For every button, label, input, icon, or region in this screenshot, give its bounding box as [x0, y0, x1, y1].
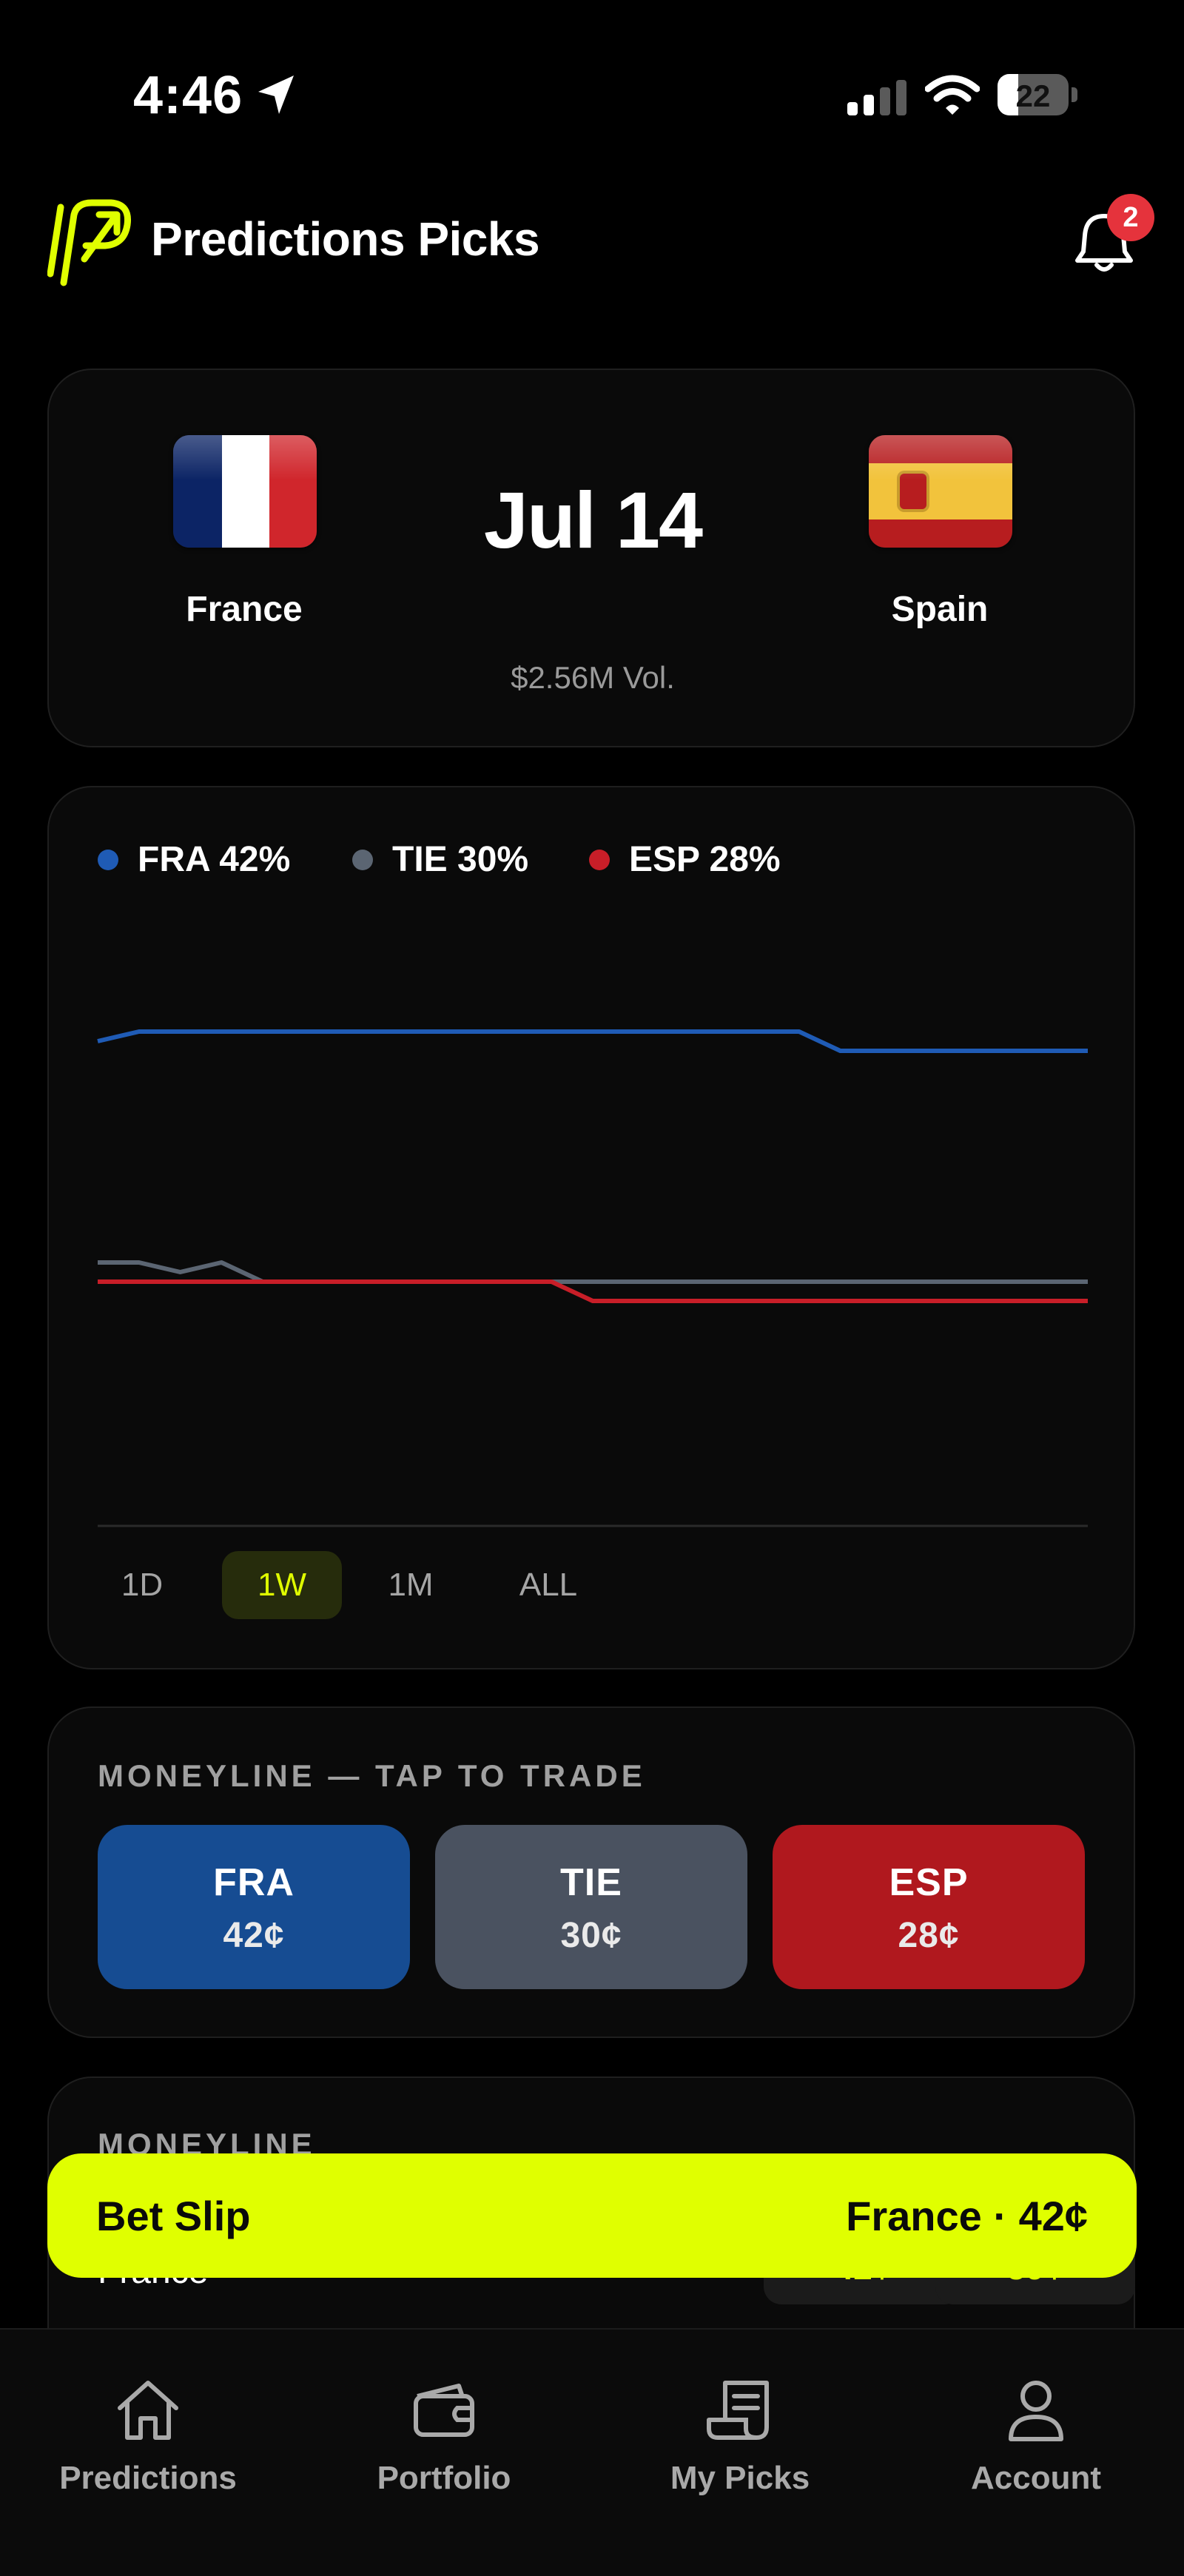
odds-code-fra: FRA [213, 1861, 295, 1904]
series-line-esp [98, 1279, 1088, 1303]
range-tab-1d[interactable]: 1D [98, 1551, 186, 1619]
price-chart [97, 1029, 1088, 1527]
bet-slip-selection: France · 42¢ [846, 2192, 1088, 2239]
home-icon [118, 2381, 178, 2440]
tab-predictions[interactable]: Predictions [0, 2375, 296, 2497]
odds-price-esp: 28¢ [898, 1916, 960, 1955]
price-chart-card: FRA 42% TIE 30% ESP 28% 1D 1W 1M ALL [47, 786, 1135, 1669]
battery-indicator: 22 [998, 74, 1079, 117]
status-time: 4:46 [133, 66, 243, 125]
tab-label-predictions: Predictions [59, 2460, 237, 2496]
home-team-name: France [186, 590, 303, 629]
tab-label-portfolio: Portfolio [377, 2460, 511, 2496]
odds-button-esp[interactable]: ESP 28¢ [773, 1825, 1085, 1989]
tab-my-picks[interactable]: My Picks [592, 2375, 888, 2497]
cellular-signal-icon [847, 80, 906, 115]
tab-label-my-picks: My Picks [670, 2460, 810, 2496]
odds-button-fra[interactable]: FRA 42¢ [98, 1825, 410, 1989]
notification-badge: 2 [1107, 194, 1154, 241]
match-date: Jul 14 [483, 475, 703, 565]
tab-portfolio[interactable]: Portfolio [296, 2375, 592, 2497]
bet-slip-title: Bet Slip [96, 2192, 251, 2239]
tab-account[interactable]: Account [888, 2375, 1184, 2497]
bottom-tab-bar: Predictions Portfolio My Picks Account [0, 2328, 1184, 2576]
away-team-name: Spain [891, 590, 989, 629]
app-title: Predictions Picks [151, 212, 540, 266]
odds-button-tie[interactable]: TIE 30¢ [435, 1825, 747, 1989]
series-line-fra [97, 1029, 1088, 1053]
app-logo-icon [47, 199, 132, 286]
range-tab-1m[interactable]: 1M [363, 1551, 459, 1619]
location-arrow-icon [258, 75, 294, 114]
person-icon [1009, 2381, 1063, 2441]
bet-slip-bar[interactable]: Bet Slip France · 42¢ [47, 2153, 1137, 2278]
odds-code-tie: TIE [560, 1861, 622, 1904]
series-line-tie [98, 1260, 1088, 1284]
range-tab-1w[interactable]: 1W [222, 1551, 342, 1619]
tab-label-account: Account [971, 2460, 1101, 2496]
match-card[interactable]: France Jul 14 Spain $2.56M Vol. [47, 369, 1135, 747]
wallet-icon [414, 2384, 474, 2437]
wifi-icon [925, 75, 980, 115]
odds-price-fra: 42¢ [223, 1916, 285, 1955]
moneyline-title: MONEYLINE — TAP TO TRADE [98, 1758, 646, 1793]
odds-price-tie: 30¢ [560, 1916, 622, 1955]
moneyline-card: MONEYLINE — TAP TO TRADE FRA 42¢ TIE 30¢… [47, 1706, 1135, 2038]
range-tab-all[interactable]: ALL [493, 1551, 604, 1619]
match-volume: $2.56M Vol. [511, 660, 675, 695]
battery-level: 22 [1015, 78, 1051, 113]
receipt-icon [707, 2381, 769, 2440]
odds-code-esp: ESP [889, 1861, 969, 1904]
